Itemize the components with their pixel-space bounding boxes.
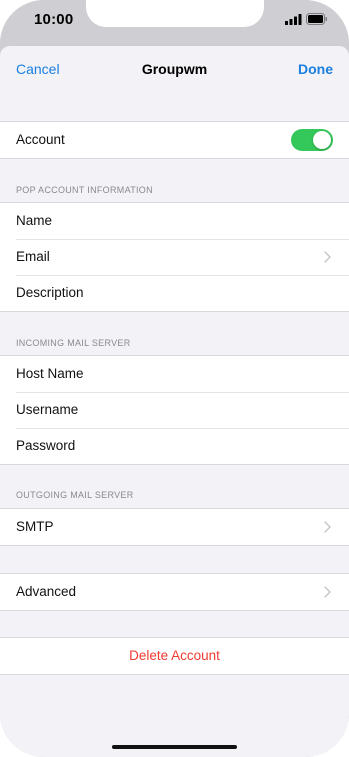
delete-group: Delete Account — [0, 637, 349, 675]
status-time: 10:00 — [34, 11, 74, 28]
password-row[interactable]: Password — [0, 428, 349, 464]
advanced-group: Advanced — [0, 573, 349, 611]
account-row: Account — [0, 122, 349, 158]
chevron-right-icon — [324, 586, 331, 598]
account-group: Account — [0, 121, 349, 159]
status-bar: 10:00 — [0, 0, 349, 46]
name-label: Name — [16, 213, 53, 228]
host-name-row[interactable]: Host Name — [0, 356, 349, 392]
outgoing-section-header: OUTGOING MAIL SERVER — [16, 490, 134, 500]
done-button[interactable]: Done — [298, 61, 333, 77]
username-row[interactable]: Username — [0, 392, 349, 428]
page-title: Groupwm — [141, 61, 208, 77]
password-label: Password — [16, 438, 76, 453]
outgoing-server-group: SMTP — [0, 508, 349, 546]
incoming-server-group: Host Name Username Password — [0, 355, 349, 465]
notch — [86, 0, 264, 27]
battery-icon — [306, 13, 327, 25]
delete-account-button[interactable]: Delete Account — [0, 638, 349, 674]
smtp-row[interactable]: SMTP — [0, 509, 349, 545]
advanced-row[interactable]: Advanced — [0, 574, 349, 610]
navigation-bar: Cancel Groupwm Done — [0, 46, 349, 94]
description-label: Description — [16, 285, 84, 300]
chevron-right-icon — [324, 521, 331, 533]
pop-account-group: Name Email Description — [0, 202, 349, 312]
chevron-right-icon — [324, 251, 331, 263]
account-label: Account — [16, 132, 65, 147]
smtp-label: SMTP — [16, 519, 54, 534]
description-row[interactable]: Description — [0, 275, 349, 311]
email-label: Email — [16, 249, 50, 264]
cellular-signal-icon — [285, 14, 302, 25]
host-name-label: Host Name — [16, 366, 84, 381]
delete-account-label: Delete Account — [129, 648, 220, 663]
phone-frame: 10:00 Cancel Groupwm Done Account POP AC… — [0, 0, 349, 757]
toggle-knob — [313, 131, 331, 149]
home-indicator — [112, 745, 237, 749]
advanced-label: Advanced — [16, 584, 77, 599]
email-row[interactable]: Email — [0, 239, 349, 275]
name-row[interactable]: Name — [0, 203, 349, 239]
incoming-section-header: INCOMING MAIL SERVER — [16, 338, 131, 348]
pop-section-header: POP ACCOUNT INFORMATION — [16, 185, 153, 195]
account-settings-sheet: Cancel Groupwm Done Account POP ACCOUNT … — [0, 46, 349, 757]
account-toggle[interactable] — [291, 129, 333, 151]
username-label: Username — [16, 402, 79, 417]
